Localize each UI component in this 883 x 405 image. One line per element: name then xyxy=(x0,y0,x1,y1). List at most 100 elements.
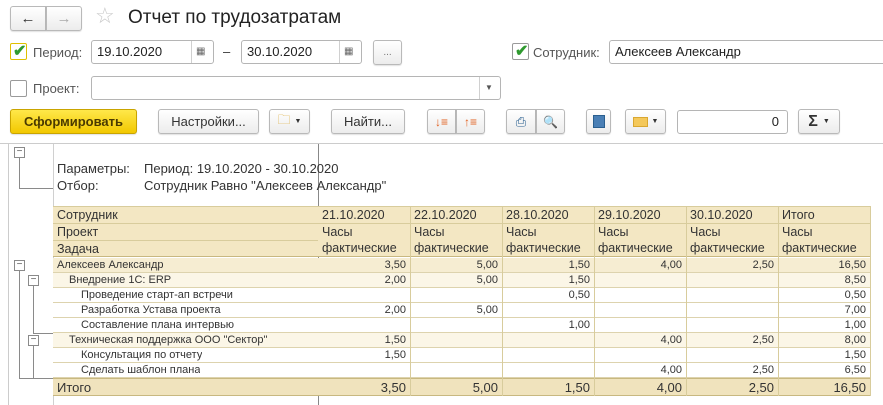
floppy-disk-icon xyxy=(592,115,605,128)
row-name: Разработка Устава проекта xyxy=(81,304,221,316)
filter-value: Сотрудник Равно "Алексеев Александр" xyxy=(144,178,387,193)
row-name: Консультация по отчету xyxy=(81,349,203,361)
row-value: 1,00 xyxy=(844,319,866,331)
column-subheader: Часы xyxy=(506,225,537,239)
back-button[interactable]: ← xyxy=(10,6,46,31)
tree-line xyxy=(19,271,20,378)
total-value: 2,50 xyxy=(748,380,774,395)
collapse-params-toggle[interactable]: − xyxy=(14,147,25,158)
employee-checkbox[interactable]: ✔ xyxy=(512,43,529,60)
sort-down-icon: ↓≡ xyxy=(434,114,448,129)
project-label: Проект: xyxy=(33,81,80,96)
column-divider xyxy=(594,206,595,396)
group-header-2: Задача xyxy=(57,242,99,256)
row-name: Техническая поддержка ООО "Сектор" xyxy=(69,334,268,346)
expand-groups-button[interactable]: ↓≡ xyxy=(427,109,456,134)
collapse-group-toggle[interactable]: − xyxy=(14,260,25,271)
row-value: 1,50 xyxy=(844,349,866,361)
column-header: 29.10.2020 xyxy=(598,208,661,222)
tree-line xyxy=(33,333,53,334)
column-subheader: фактические xyxy=(322,241,397,255)
row-value: 7,00 xyxy=(844,304,866,316)
collapse-group-toggle[interactable]: − xyxy=(28,335,39,346)
row-value: 16,50 xyxy=(838,259,866,271)
row-value: 4,00 xyxy=(660,334,682,346)
column-divider xyxy=(502,206,503,396)
column-header: 22.10.2020 xyxy=(414,208,477,222)
forward-button[interactable]: → xyxy=(46,6,82,31)
page-title: Отчет по трудозатратам xyxy=(128,7,342,28)
sum-value-field[interactable]: 0 xyxy=(677,110,788,134)
column-subheader: фактические xyxy=(690,241,765,255)
preview-icon: 🔍 xyxy=(543,114,558,129)
period-dash: – xyxy=(223,44,231,59)
project-checkbox[interactable] xyxy=(10,80,27,97)
settings-button[interactable]: Настройки... xyxy=(158,109,259,134)
send-email-button[interactable]: ▼ xyxy=(625,109,666,134)
column-header: Итого xyxy=(782,208,815,222)
star-icon[interactable]: ☆ xyxy=(95,3,115,29)
row-name: Внедрение 1С: ERP xyxy=(69,274,172,286)
row-value: 8,00 xyxy=(844,334,866,346)
employee-label: Сотрудник: xyxy=(533,45,600,60)
column-subheader: фактические xyxy=(782,241,857,255)
calendar-icon[interactable]: ▦ xyxy=(344,41,353,63)
chevron-down-icon: ▼ xyxy=(822,118,830,125)
row-value: 2,00 xyxy=(384,304,406,316)
row-value: 1,00 xyxy=(568,319,590,331)
calendar-icon[interactable]: ▦ xyxy=(196,41,205,63)
period-from-field[interactable]: 19.10.2020 ▦ xyxy=(91,40,214,64)
column-divider xyxy=(410,206,411,396)
row-value: 1,50 xyxy=(384,334,406,346)
column-subheader: Часы xyxy=(690,225,721,239)
column-header: 21.10.2020 xyxy=(322,208,385,222)
folder-icon: 🗀 xyxy=(277,111,291,127)
row-value: 2,50 xyxy=(752,334,774,346)
period-label: Период: xyxy=(33,45,83,60)
variants-button[interactable]: 🗀 ▼ xyxy=(269,109,310,134)
preview-button[interactable]: 🔍 xyxy=(536,109,565,134)
checkmark-icon: ✔ xyxy=(13,43,27,60)
find-button[interactable]: Найти... xyxy=(331,109,405,134)
row-value: 5,00 xyxy=(476,304,498,316)
employee-field[interactable]: Алексеев Александр xyxy=(609,40,883,64)
tree-line xyxy=(33,346,34,378)
report-spreadsheet[interactable]: − Параметры: Период: 19.10.2020 - 30.10.… xyxy=(0,143,883,405)
total-value: 3,50 xyxy=(380,380,406,395)
filter-label: Отбор: xyxy=(57,178,99,193)
header-divider xyxy=(53,240,318,241)
sum-button[interactable]: Σ ▼ xyxy=(798,109,840,134)
period-select-button[interactable]: ... xyxy=(373,40,402,65)
project-field[interactable]: ▼ xyxy=(91,76,501,100)
save-button[interactable] xyxy=(586,109,611,134)
column-subheader: фактические xyxy=(414,241,489,255)
chevron-down-icon: ▼ xyxy=(651,118,659,125)
column-subheader: Часы xyxy=(782,225,813,239)
params-label: Параметры: xyxy=(57,161,130,176)
row-name: Алексеев Александр xyxy=(57,259,164,271)
params-value: Период: 19.10.2020 - 30.10.2020 xyxy=(144,161,339,176)
collapse-group-toggle[interactable]: − xyxy=(28,275,39,286)
group-header-1: Проект xyxy=(57,225,99,239)
column-header: 28.10.2020 xyxy=(506,208,569,222)
total-value: 1,50 xyxy=(564,380,590,395)
arrow-left-icon: ← xyxy=(20,10,36,27)
period-to-field[interactable]: 30.10.2020 ▦ xyxy=(241,40,362,64)
row-value: 2,00 xyxy=(384,274,406,286)
period-checkbox[interactable]: ✔ xyxy=(10,43,27,60)
generate-button[interactable]: Сформировать xyxy=(10,109,137,134)
column-divider xyxy=(870,206,871,396)
sigma-icon: Σ xyxy=(808,112,818,130)
row-value: 3,50 xyxy=(384,259,406,271)
dropdown-arrow-icon[interactable]: ▼ xyxy=(485,77,493,99)
row-value: 1,50 xyxy=(568,274,590,286)
row-value: 5,00 xyxy=(476,259,498,271)
total-value: 4,00 xyxy=(656,380,682,395)
collapse-groups-button[interactable]: ↑≡ xyxy=(456,109,485,134)
printer-icon: ⎙ xyxy=(515,113,527,129)
row-value: 0,50 xyxy=(568,289,590,301)
print-button[interactable]: ⎙ xyxy=(506,109,536,134)
column-divider xyxy=(686,206,687,396)
row-value: 0,50 xyxy=(844,289,866,301)
row-value: 8,50 xyxy=(844,274,866,286)
